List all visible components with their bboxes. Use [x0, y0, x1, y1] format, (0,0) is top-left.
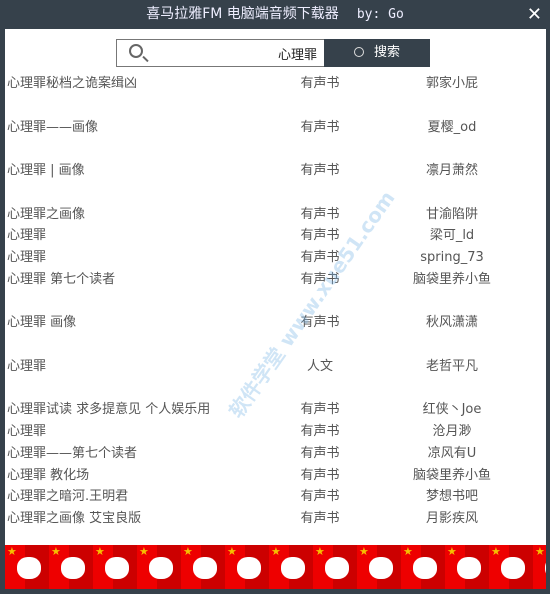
cat-sticker-icon [357, 545, 401, 589]
row-type: 有声书 [300, 206, 340, 222]
cat-sticker-icon [181, 545, 225, 589]
row-author: 月影疾风 [425, 511, 478, 526]
row-author: 红侠丶Joe [422, 402, 482, 418]
row-title: 心理罪 [7, 228, 47, 244]
row-title: 心理罪之画像 艾宝良版 [7, 511, 142, 526]
table-row[interactable]: 心理罪之画像 艾宝良版 有声书 月影疾风 [5, 508, 546, 530]
row-author: 梁可_ld [429, 228, 475, 244]
row-title: 心理罪——第七个读者 [7, 445, 138, 461]
row-type: 有声书 [300, 250, 340, 265]
main-content: 搜索 心理罪秘档之诡案缉凶有声书郭家小屁心理罪——画像有声书夏樱_od心理罪 |… [5, 29, 546, 545]
row-type: 有声书 [300, 76, 340, 91]
row-author: 脑袋里养小鱼 [412, 467, 491, 483]
table-row[interactable]: 心理罪 教化场 有声书 脑袋里养小鱼 [5, 465, 546, 487]
title-bar: 喜马拉雅FM 电脑端音频下载器 by: Go ✕ [0, 0, 550, 29]
cat-sticker-icon [5, 545, 49, 589]
table-row[interactable]: 心理罪 有声书 spring_73 [5, 247, 546, 269]
cat-sticker-icon [225, 545, 269, 589]
cat-sticker-icon [533, 545, 546, 589]
table-row[interactable]: 心理罪 人文 老哲平凡 [5, 356, 546, 378]
table-row[interactable]: 心理罪试读 求多提意见 个人娱乐用 有声书 红侠丶Joe [5, 399, 546, 421]
row-title: 心理罪 教化场 [7, 467, 90, 483]
row-author: 老哲平凡 [425, 358, 478, 374]
row-author: 沧月渺 [432, 424, 472, 439]
cat-sticker-icon [49, 545, 93, 589]
search-button[interactable]: 搜索 [324, 39, 430, 67]
row-type: 有声书 [300, 445, 340, 461]
row-type: 有声书 [300, 489, 340, 505]
table-row[interactable]: 心理罪 | 画像 有声书 凛月萧然 [5, 160, 546, 182]
table-row[interactable]: 心理罪 第七个读者 有声书 脑袋里养小鱼 [5, 269, 546, 291]
row-type: 有声书 [300, 271, 340, 287]
row-title: 心理罪秘档之诡案缉凶 [7, 76, 138, 91]
row-title: 心理罪试读 求多提意见 个人娱乐用 [7, 402, 211, 418]
empty-row [5, 182, 546, 204]
row-title: 心理罪之暗河.王明君 [7, 489, 129, 505]
close-button[interactable]: ✕ [527, 0, 542, 29]
row-title: 心理罪之画像 [7, 206, 86, 222]
row-type: 有声书 [300, 467, 340, 483]
table-row[interactable]: 心理罪 画像 有声书 秋风潇潇 [5, 312, 546, 334]
row-title: 心理罪 [7, 424, 47, 439]
empty-row [5, 291, 546, 313]
cat-sticker-icon [401, 545, 445, 589]
author-label: by: Go [356, 7, 404, 22]
row-title: 心理罪 [7, 250, 47, 265]
row-title: 心理罪 [7, 358, 47, 374]
empty-row [5, 334, 546, 356]
row-type: 有声书 [300, 511, 340, 526]
cat-sticker-icon [445, 545, 489, 589]
row-title: 心理罪——画像 [7, 119, 99, 135]
banner-image [5, 545, 546, 589]
cat-sticker-icon [269, 545, 313, 589]
search-button-label: 搜索 [373, 45, 400, 60]
row-type: 有声书 [300, 315, 340, 331]
row-author: 凉风有U [427, 445, 477, 461]
row-type: 有声书 [300, 163, 340, 178]
cat-sticker-icon [137, 545, 181, 589]
empty-row [5, 378, 546, 400]
search-input[interactable] [157, 43, 317, 63]
row-author: 梦想书吧 [425, 489, 478, 505]
row-author: 郭家小屁 [425, 76, 478, 91]
row-author: 凛月萧然 [425, 163, 478, 178]
empty-row [5, 138, 546, 160]
table-row[interactable]: 心理罪 有声书 梁可_ld [5, 225, 546, 247]
row-author: spring_73 [420, 250, 484, 265]
search-icon [353, 47, 364, 57]
row-type: 有声书 [300, 402, 340, 418]
table-row[interactable]: 心理罪之暗河.王明君 有声书 梦想书吧 [5, 486, 546, 508]
row-author: 脑袋里养小鱼 [412, 271, 491, 287]
row-title: 心理罪 画像 [7, 315, 77, 331]
row-type: 有声书 [300, 424, 340, 439]
search-icon [129, 44, 143, 58]
cat-sticker-icon [93, 545, 137, 589]
table-row[interactable]: 心理罪秘档之诡案缉凶 有声书 郭家小屁 [5, 73, 546, 95]
row-type: 有声书 [300, 228, 340, 244]
row-author: 秋风潇潇 [425, 315, 478, 331]
table-row[interactable]: 心理罪——第七个读者 有声书 凉风有U [5, 443, 546, 465]
row-title: 心理罪 | 画像 [7, 163, 85, 178]
table-row[interactable]: 心理罪——画像 有声书 夏樱_od [5, 117, 546, 139]
table-row[interactable]: 心理罪之画像 有声书 甘渝陷阱 [5, 204, 546, 226]
row-title: 心理罪 第七个读者 [7, 271, 116, 287]
window-title: 喜马拉雅FM 电脑端音频下载器 by: Go [146, 6, 404, 22]
empty-row [5, 95, 546, 117]
cat-sticker-icon [489, 545, 533, 589]
row-author: 夏樱_od [427, 119, 477, 135]
search-box: 搜索 [116, 39, 430, 67]
row-type: 人文 [306, 358, 333, 374]
results-list: 心理罪秘档之诡案缉凶 有声书 郭家小屁 心理罪——画像 有声书 夏樱_od 心理罪 | 画像… [5, 73, 546, 530]
cat-sticker-icon [313, 545, 357, 589]
row-type: 有声书 [300, 119, 340, 135]
row-author: 甘渝陷阱 [425, 206, 478, 222]
table-row[interactable]: 心理罪 有声书 沧月渺 [5, 421, 546, 443]
